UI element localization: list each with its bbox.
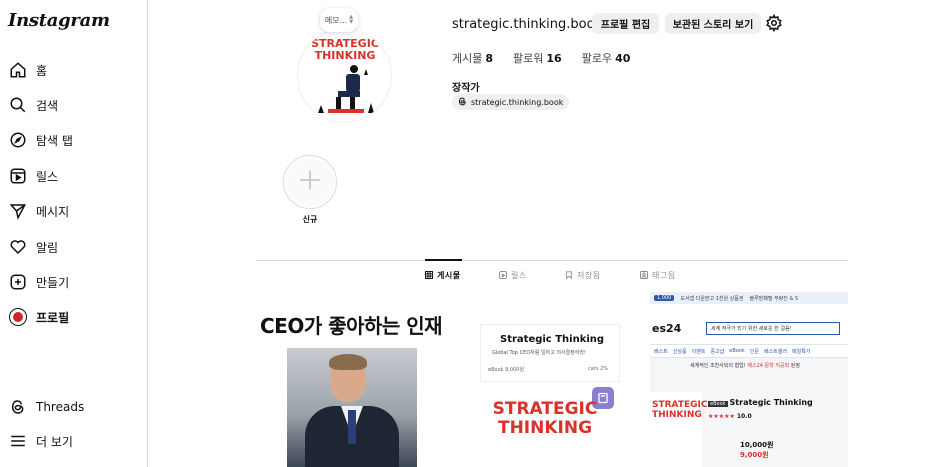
sidebar-item-profile[interactable]: 프로필 xyxy=(6,302,142,332)
sidebar-item-label: Threads xyxy=(36,400,85,414)
sidebar-item-reels[interactable]: 릴스 xyxy=(6,161,142,191)
sidebar-item-notifications[interactable]: 알림 xyxy=(6,232,142,262)
home-icon xyxy=(8,60,28,80)
post-book-title: Strategic Thinking xyxy=(500,334,605,345)
product-detail: eBook Strategic Thinking ★★★★★ 10.0 xyxy=(708,398,813,420)
highlight-label: 신규 xyxy=(302,215,318,224)
following-count[interactable]: 팔로우 40 xyxy=(582,50,631,66)
sidebar-item-label: 탐색 탭 xyxy=(36,133,73,148)
bookmark-icon xyxy=(565,270,573,281)
sidebar: Instagram 홈 검색 탐색 탭 릴스 메시지 알림 만들기 프로필 Th… xyxy=(0,0,148,467)
profile-avatar[interactable]: STRATEGIC THINKING xyxy=(297,28,392,123)
tab-label: 게시물 xyxy=(437,271,461,280)
tab-label: 저장됨 xyxy=(577,271,601,280)
product-price: 10,000원 xyxy=(740,441,774,449)
product-thumbnail: STRATEGIC THINKING xyxy=(650,392,707,467)
threads-handle: strategic.thinking.book xyxy=(471,97,564,107)
reels-icon xyxy=(499,270,508,281)
avatar-title-2: THINKING xyxy=(315,49,376,62)
post-thumbnail[interactable]: 1,000 도서앱 다운받고 1천원 상품권 블루방패텔 무량진 & 5 es2… xyxy=(650,292,848,467)
sidebar-item-threads[interactable]: Threads xyxy=(6,392,142,422)
tab-reels[interactable]: 릴스 xyxy=(499,270,527,281)
threads-icon xyxy=(8,397,28,417)
sidebar-item-search[interactable]: 검색 xyxy=(6,90,142,120)
menu-icon xyxy=(8,431,28,451)
tab-posts[interactable]: 게시물 xyxy=(425,270,461,281)
sidebar-item-label: 메시지 xyxy=(36,204,70,219)
sidebar-item-label: 릴스 xyxy=(36,169,59,184)
product-sale-price: 9,000원 xyxy=(740,451,769,459)
tag-person-icon xyxy=(640,270,649,281)
note-text: 메모... xyxy=(324,15,348,25)
threads-icon xyxy=(458,97,467,108)
tab-label: 릴스 xyxy=(511,271,527,280)
sidebar-item-create[interactable]: 만들기 xyxy=(6,267,142,297)
active-tab-indicator xyxy=(425,259,462,261)
ceo-photo xyxy=(287,348,417,467)
sidebar-item-more[interactable]: 더 보기 xyxy=(6,426,142,456)
sidebar-item-label: 검색 xyxy=(36,98,59,113)
send-icon xyxy=(8,201,28,221)
site-logo: es24 xyxy=(652,322,682,335)
post-thumbnail[interactable]: CEO가 좋아하는 인재 xyxy=(256,292,451,467)
threads-link-chip[interactable]: strategic.thinking.book xyxy=(452,94,570,110)
compass-icon xyxy=(8,130,28,150)
book-cover-title: STRATEGIC THINKING xyxy=(492,399,598,438)
post-thumbnail[interactable]: Strategic Thinking Global Top CEO처럼 일하고 … xyxy=(454,292,647,467)
post-book-subtitle: Global Top CEO처럼 일하고 의사결정하라! xyxy=(492,350,586,356)
plus-square-icon xyxy=(8,272,28,292)
reels-icon xyxy=(8,166,28,186)
edit-profile-button[interactable]: 프로필 편집 xyxy=(592,13,659,34)
search-icon xyxy=(8,95,28,115)
profile-category: 장작가 xyxy=(452,83,480,94)
note-bubble[interactable]: 메모... ▲ ▼ xyxy=(320,8,358,32)
sidebar-item-label: 알림 xyxy=(36,240,59,255)
gear-icon[interactable] xyxy=(765,13,783,33)
tab-tagged[interactable]: 태그됨 xyxy=(640,270,676,281)
post-headline: CEO가 좋아하는 인재 xyxy=(260,314,443,338)
site-search-bar: 세계 적극가 되기 위한 새로운 한 걸음! xyxy=(706,322,840,335)
sidebar-item-label: 더 보기 xyxy=(36,434,73,449)
site-nav-row: 베스트 신상품 이벤트 중고샵 eBook 인문 베스트셀러 매일특가 xyxy=(650,344,848,358)
followers-count[interactable]: 팔로워 16 xyxy=(513,50,562,66)
site-notice: 세계적인 조찬사외의 협업! 예스24 문학 지공외 된정 xyxy=(690,363,800,369)
view-archive-button[interactable]: 보관된 스토리 보기 xyxy=(665,13,761,34)
profile-username: strategic.thinking.book xyxy=(452,17,603,32)
posts-count: 게시물 8 xyxy=(452,52,494,65)
tab-saved[interactable]: 저장됨 xyxy=(565,270,601,281)
note-arrows-icon: ▲ ▼ xyxy=(349,14,354,25)
avatar xyxy=(8,307,28,327)
heart-icon xyxy=(8,237,28,257)
plus-icon xyxy=(297,167,323,197)
sidebar-item-messages[interactable]: 메시지 xyxy=(6,196,142,226)
grid-icon xyxy=(425,270,434,281)
tab-label: 태그됨 xyxy=(652,271,676,280)
sidebar-item-explore[interactable]: 탐색 탭 xyxy=(6,125,142,155)
sidebar-item-label: 홈 xyxy=(36,63,48,78)
new-highlight-button[interactable] xyxy=(283,155,337,209)
sidebar-item-label: 만들기 xyxy=(36,275,70,290)
tabs-divider xyxy=(256,260,848,261)
format-row: eBook 9,000원 cars 2% xyxy=(488,366,608,373)
promo-banner: 1,000 도서앱 다운받고 1천원 상품권 블루방패텔 무량진 & 5 xyxy=(650,292,848,304)
sidebar-item-label: 프로필 xyxy=(36,310,70,325)
sidebar-item-home[interactable]: 홈 xyxy=(6,55,142,85)
instagram-logo[interactable]: Instagram xyxy=(8,10,110,31)
profile-stats: 게시물 8 팔로워 16 팔로우 40 xyxy=(452,50,630,66)
